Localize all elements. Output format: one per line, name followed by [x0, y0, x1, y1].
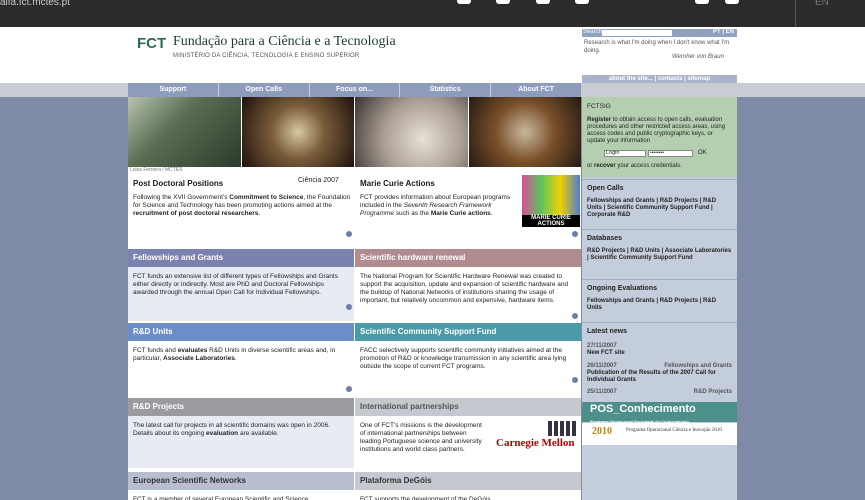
language-switch[interactable]: EN: [815, 0, 829, 8]
password-field[interactable]: ••••••••: [648, 150, 693, 157]
lab-photo: [355, 97, 468, 167]
url-text[interactable]: alfa.fct.mctes.pt: [0, 0, 70, 8]
toolbar-icon[interactable]: [536, 0, 550, 4]
ciencia-2007-image[interactable]: Ciência 2007: [298, 177, 339, 184]
pos-conhecimento-banner[interactable]: POS_Conhecimento Programa Operacional Soc…: [582, 402, 737, 424]
more-arrow-icon[interactable]: [572, 231, 578, 237]
european-networks-text: FCT is a member of several European Scie…: [128, 490, 354, 500]
main-content: Luisa Ferreira / MCTES Post Doctoral Pos…: [128, 97, 581, 500]
evaluations-section: Ongoing Evaluations Fellowships and Gran…: [582, 279, 737, 319]
divider: [795, 0, 796, 27]
fct-logo[interactable]: FCT: [137, 35, 166, 52]
band-degois[interactable]: Plataforma DeGóis: [355, 472, 581, 490]
band-international[interactable]: International partnerships: [355, 398, 581, 416]
news-section: Latest news 27/11/2007 New FCT site 26/1…: [582, 322, 737, 400]
open-calls-section: Open Calls Fellowships and Grants | R&D …: [582, 179, 737, 227]
news-item[interactable]: 27/11/2007 New FCT site: [587, 343, 732, 357]
toolbar-icon[interactable]: [457, 0, 471, 4]
register-link[interactable]: Register: [587, 117, 611, 123]
band-rd-projects[interactable]: R&D Projects: [128, 398, 354, 416]
search-bar: Search PT | EN: [582, 29, 737, 37]
login-field[interactable]: Login: [604, 150, 646, 157]
lab-photo: [468, 97, 581, 167]
postdoc-text: Following the XVII Government's Commitme…: [133, 194, 351, 217]
nav-support[interactable]: Support: [128, 83, 219, 97]
carnegie-mellon-logo[interactable]: Carnegie Mellon: [496, 437, 575, 449]
ciencia-inovacao-banner[interactable]: 2010 Programa Operacional Ciência e Inov…: [582, 423, 737, 445]
quote-text: Research is what I'm doing when I don't …: [584, 40, 730, 54]
toolbar-icon[interactable]: [575, 0, 589, 4]
nav-statistics[interactable]: Statistics: [400, 83, 492, 97]
open-calls-links[interactable]: Fellowships and Grants | R&D Projects | …: [587, 198, 732, 219]
photo-credit: Luisa Ferreira / MCTES: [130, 167, 183, 173]
news-item[interactable]: 25/11/2007 R&D Projects: [587, 389, 732, 396]
databases-section: Databases R&D Projects | R&D Units | Ass…: [582, 229, 737, 277]
fctsig-title: FCTSIG: [587, 103, 611, 110]
evaluations-title[interactable]: Ongoing Evaluations: [587, 285, 657, 292]
community-fund-text: FACC selectively supports scientific com…: [355, 341, 581, 397]
more-arrow-icon[interactable]: [346, 304, 352, 310]
toolbar-icon[interactable]: [496, 0, 510, 4]
marie-curie-logo[interactable]: MARIE CURIE ACTIONS: [522, 175, 580, 227]
nav-focus-on[interactable]: Focus on...: [310, 83, 401, 97]
band-european-networks[interactable]: European Scientific Networks: [128, 472, 354, 490]
language-links[interactable]: PT | EN: [713, 29, 734, 35]
search-input[interactable]: [602, 30, 672, 36]
site-subtitle: MINISTÉRIO DA CIÊNCIA, TECNOLOGIA E ENSI…: [173, 53, 360, 59]
fellowships-text: FCT funds an extensive list of different…: [128, 267, 354, 321]
band-rd-units[interactable]: R&D Units: [128, 323, 354, 341]
search-label: Search: [583, 29, 603, 35]
recover-text: or recover your access credentials.: [587, 163, 682, 169]
lab-photo: [128, 97, 241, 167]
more-arrow-icon[interactable]: [572, 313, 578, 319]
rd-projects-text: The latest call for projects in all scie…: [128, 416, 354, 468]
mit-logo[interactable]: [548, 421, 578, 436]
toolbar-icon[interactable]: [725, 0, 739, 4]
main-nav: Support Open Calls Focus on... Statistic…: [128, 83, 581, 97]
evaluations-links[interactable]: Fellowships and Grants | R&D Projects | …: [587, 298, 732, 312]
recover-link[interactable]: recover: [594, 163, 616, 169]
nav-open-calls[interactable]: Open Calls: [219, 83, 310, 97]
rd-units-text: FCT funds and evaluates R&D Units in div…: [128, 341, 354, 397]
lab-photo: [241, 97, 354, 167]
band-hardware[interactable]: Scientific hardware renewal: [355, 249, 581, 267]
marie-curie-text: FCT provides information about European …: [360, 194, 511, 217]
about-links[interactable]: about the site... | contacts | sitemap: [582, 75, 737, 83]
login-text: Register to obtain access to open calls,…: [587, 117, 726, 144]
news-item[interactable]: 26/11/2007 Fellowships and Grants Publica…: [587, 363, 732, 384]
international-text: One of FCT's missions is the development…: [355, 416, 491, 468]
toolbar-icon[interactable]: [695, 0, 709, 4]
hardware-text: The National Program for Scientific Hard…: [355, 267, 581, 321]
nav-about-fct[interactable]: About FCT: [491, 83, 581, 97]
databases-title[interactable]: Databases: [587, 235, 622, 242]
band-community-fund[interactable]: Scientific Community Support Fund: [355, 323, 581, 341]
photo-strip: [128, 97, 581, 167]
postdoc-section: Post Doctoral Positions Following the XV…: [133, 179, 351, 218]
more-arrow-icon[interactable]: [346, 231, 352, 237]
degois-text: FCT supports the development of the DeGó…: [355, 490, 581, 500]
login-box: FCTSIG Register to obtain access to open…: [582, 97, 737, 177]
marie-curie-title[interactable]: Marie Curie Actions: [360, 179, 520, 188]
more-arrow-icon[interactable]: [572, 377, 578, 383]
ok-button[interactable]: OK: [698, 150, 707, 156]
band-fellowships[interactable]: Fellowships and Grants: [128, 249, 354, 267]
news-title[interactable]: Latest news: [587, 328, 627, 335]
marie-curie-section: Marie Curie Actions FCT provides informa…: [360, 179, 520, 218]
right-sidebar: FCTSIG Register to obtain access to open…: [582, 97, 737, 500]
databases-links[interactable]: R&D Projects | R&D Units | Associate Lab…: [587, 248, 732, 262]
more-arrow-icon[interactable]: [346, 386, 352, 392]
open-calls-title[interactable]: Open Calls: [587, 185, 624, 192]
browser-topbar: alfa.fct.mctes.pt EN: [0, 0, 865, 27]
quote-author: Wernher von Braun: [672, 54, 724, 60]
site-title[interactable]: Fundação para a Ciência e a Tecnologia: [173, 34, 396, 50]
